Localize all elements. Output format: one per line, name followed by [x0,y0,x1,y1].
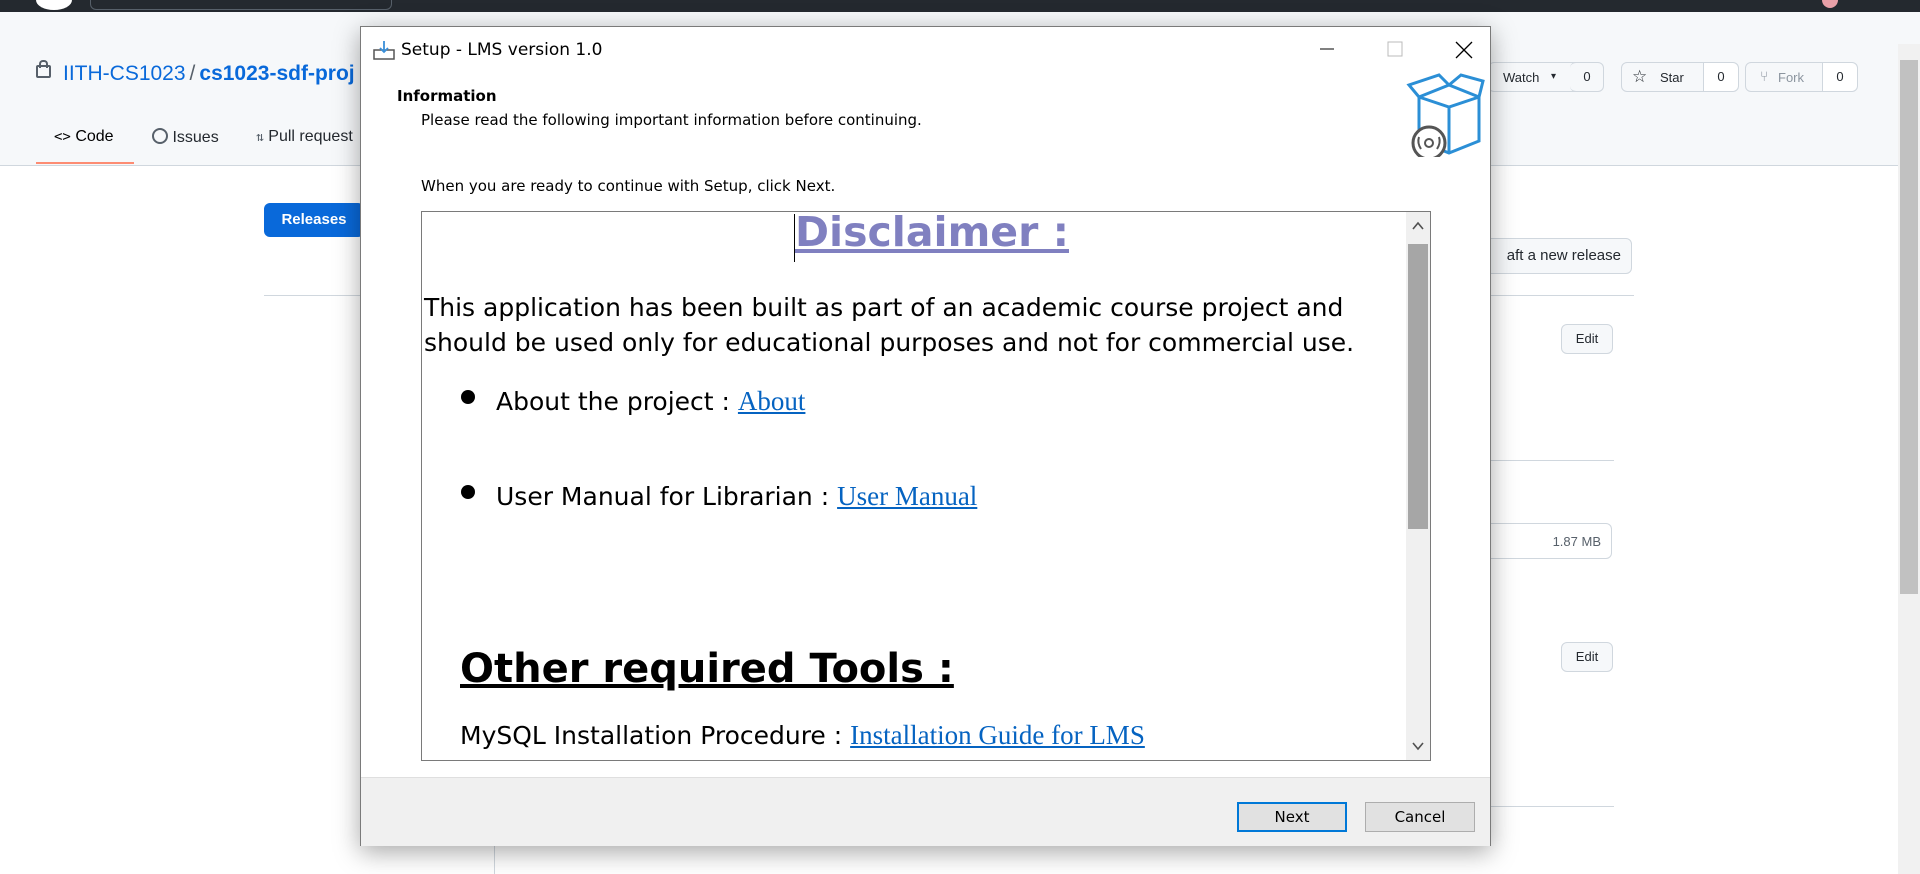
ready-text: When you are ready to continue with Setu… [421,177,836,195]
github-logo-icon[interactable] [36,0,72,10]
list-item: About the project : About [496,386,805,417]
tools-line: MySQL Installation Procedure : Installat… [460,720,1145,751]
maximize-icon [1387,41,1403,57]
tab-pull-requests-label: Pull request [268,128,353,145]
scrollbar-thumb[interactable] [1408,244,1428,529]
dialog-title: Setup - LMS version 1.0 [401,40,603,60]
tab-issues[interactable]: Issues [152,128,219,147]
fork-icon: ⑂ [1760,68,1769,84]
tab-pull-requests[interactable]: ⇅ Pull request [256,128,353,146]
list-item-text: User Manual for Librarian : [496,482,838,511]
installation-guide-link[interactable]: Installation Guide for LMS [850,720,1145,750]
about-link[interactable]: About [738,386,806,416]
divider [1480,806,1614,807]
pull-request-icon: ⇅ [256,130,264,145]
bullet-icon [461,390,475,404]
edit-button[interactable]: Edit [1561,324,1613,354]
divider [1480,460,1614,461]
star-count: 0 [1703,63,1738,91]
repo-name-link[interactable]: cs1023-sdf-proj [199,62,354,85]
fork-label: Fork [1778,70,1804,85]
star-icon: ☆ [1632,67,1648,86]
setup-dialog: Setup - LMS version 1.0 Information Plea… [360,26,1491,846]
close-button[interactable] [1429,27,1497,71]
watch-count: 0 [1570,62,1604,92]
tools-line-text: MySQL Installation Procedure : [460,721,851,750]
tools-title: Other required Tools : [460,646,954,692]
list-item-text: About the project : [496,387,738,416]
disclaimer-paragraph: This application has been built as part … [424,293,1355,357]
star-label: Star [1660,70,1684,85]
section-title: Information [397,87,497,105]
tab-issues-label: Issues [172,129,219,146]
avatar[interactable] [1822,0,1838,8]
bullet-icon [461,485,475,499]
close-icon [1455,41,1473,59]
issue-icon [152,128,168,144]
draft-release-button[interactable]: aft a new release [1480,238,1632,274]
fork-count: 0 [1822,63,1857,91]
tab-code-label: Code [75,128,114,145]
asset-size: 1.87 MB [1480,523,1612,559]
repo-separator: / [189,62,196,85]
setup-icon [373,41,395,60]
releases-button[interactable]: Releases [264,203,364,237]
scroll-up-icon[interactable] [1406,212,1430,240]
page-scrollbar-thumb[interactable] [1900,60,1918,594]
minimize-button[interactable] [1293,27,1361,71]
repo-owner-link[interactable]: IITH-CS1023 [63,62,186,85]
maximize-button[interactable] [1361,27,1429,71]
minimize-icon [1320,48,1334,50]
dialog-footer: Next Cancel [361,777,1490,846]
user-manual-link[interactable]: User Manual [837,481,977,511]
scroll-down-icon[interactable] [1406,732,1430,760]
code-icon: <> [54,129,71,145]
search-input[interactable] [90,0,392,10]
package-box-icon [1406,73,1485,157]
text-box-scrollbar[interactable] [1406,212,1430,760]
repo-title: IITH-CS1023/cs1023-sdf-proj [36,60,355,86]
information-text-box[interactable]: Disclaimer : This application has been b… [421,211,1431,761]
github-header [0,0,1920,12]
star-button[interactable]: ☆ Star 0 [1621,62,1739,92]
timeline-line [494,846,495,874]
dialog-titlebar[interactable]: Setup - LMS version 1.0 [361,27,1490,71]
next-button[interactable]: Next [1237,802,1347,832]
list-item: User Manual for Librarian : User Manual [496,481,977,512]
fork-button[interactable]: ⑂ Fork 0 [1745,62,1858,92]
section-subtitle: Please read the following important info… [421,111,922,129]
disclaimer-title: Disclaimer : [795,212,1069,256]
edit-button[interactable]: Edit [1561,642,1613,672]
watch-label: Watch [1503,70,1540,85]
lock-icon [36,60,51,78]
chevron-down-icon: ▾ [1551,71,1557,82]
tab-code[interactable]: <> Code [54,128,114,146]
active-tab-indicator [36,162,134,164]
cancel-button[interactable]: Cancel [1365,802,1475,832]
